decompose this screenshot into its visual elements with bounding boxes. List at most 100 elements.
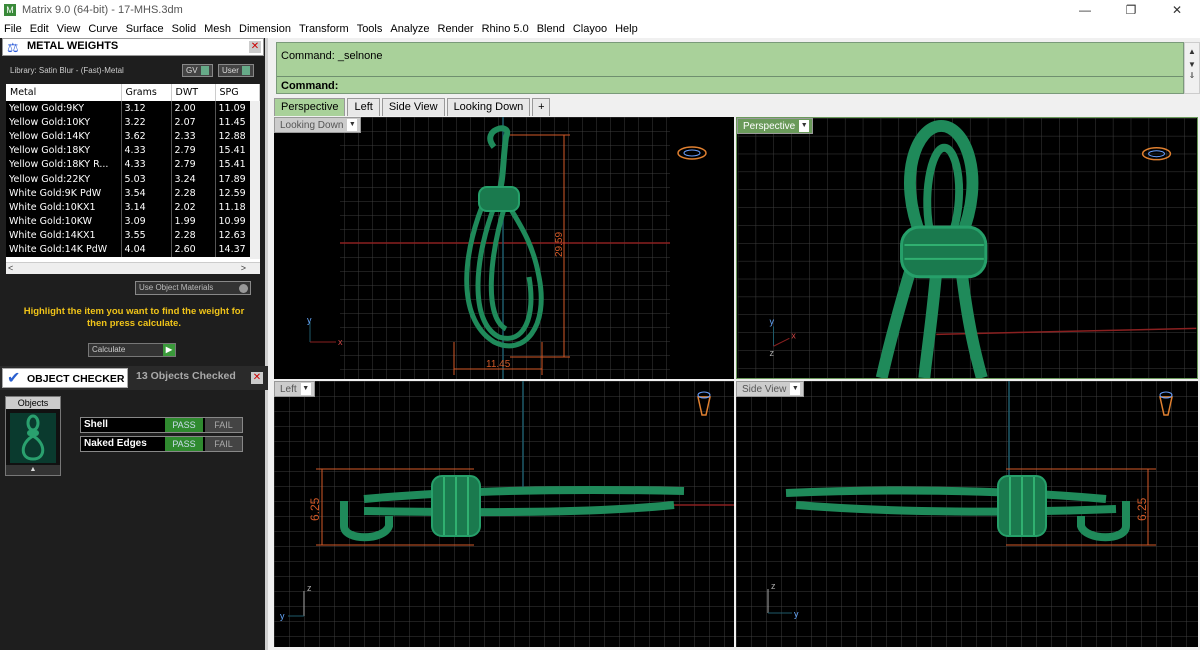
nav-cube-icon[interactable] bbox=[677, 146, 707, 160]
table-row[interactable]: White Gold:14KX1 3.55 2.28 12.63 bbox=[6, 228, 260, 243]
object-thumbnail[interactable] bbox=[10, 413, 56, 463]
close-button[interactable]: ✕ bbox=[1154, 0, 1200, 20]
viewport-label-looking-down[interactable]: Looking Down ▼ bbox=[274, 117, 362, 133]
user-toggle[interactable]: User bbox=[218, 64, 254, 77]
menu-solid[interactable]: Solid bbox=[168, 23, 200, 35]
column-grams[interactable]: Grams bbox=[121, 84, 172, 101]
table-cell: 4.04 bbox=[121, 242, 172, 258]
table-scrollbar-vertical[interactable] bbox=[250, 101, 260, 259]
menu-surface[interactable]: Surface bbox=[122, 23, 168, 35]
table-row[interactable]: Yellow Gold:22KY 5.03 3.24 17.89 bbox=[6, 171, 260, 187]
table-row[interactable]: White Gold:14K PdW 4.04 2.60 14.37 bbox=[6, 242, 260, 258]
table-cell: White Gold:10KX1 bbox=[6, 200, 122, 215]
tab-perspective[interactable]: Perspective bbox=[274, 98, 346, 116]
command-prompt[interactable]: Command: bbox=[277, 76, 1183, 94]
table-scrollbar-horizontal[interactable]: < > bbox=[6, 262, 260, 274]
table-row[interactable]: Yellow Gold:14KY 3.62 2.33 12.88 bbox=[6, 129, 260, 144]
table-cell: 3.09 bbox=[121, 214, 172, 229]
table-row[interactable]: White Gold:10KW 3.09 1.99 10.99 bbox=[6, 214, 260, 229]
scroll-up-icon[interactable]: ▲ bbox=[1185, 47, 1199, 56]
axis-z-label: z bbox=[770, 348, 775, 358]
app-icon: M bbox=[4, 4, 16, 16]
viewport-label-left[interactable]: Left ▼ bbox=[274, 381, 315, 397]
menu-mesh[interactable]: Mesh bbox=[200, 23, 235, 35]
window-title: Matrix 9.0 (64-bit) - 17-MHS.3dm bbox=[22, 4, 183, 16]
restore-button[interactable]: ❐ bbox=[1108, 0, 1154, 20]
fail-indicator: FAIL bbox=[205, 437, 242, 451]
close-icon[interactable]: ✕ bbox=[251, 372, 263, 384]
check-row-naked-edges: Naked Edges PASS FAIL bbox=[80, 436, 243, 452]
axis-y-label: y bbox=[770, 316, 775, 326]
table-row[interactable]: Yellow Gold:9KY 3.12 2.00 11.09 bbox=[6, 101, 260, 116]
object-checker-tab[interactable]: ✔ OBJECT CHECKER bbox=[2, 368, 128, 388]
table-cell: Yellow Gold:10KY bbox=[6, 115, 122, 130]
check-name: Shell bbox=[84, 419, 108, 430]
viewport-name: Perspective bbox=[743, 121, 796, 132]
command-scrollbar[interactable]: ▲ ▼ ⇓ bbox=[1184, 42, 1200, 94]
table-cell: White Gold:14KX1 bbox=[6, 228, 122, 243]
menu-help[interactable]: Help bbox=[611, 23, 642, 35]
menu-curve[interactable]: Curve bbox=[84, 23, 121, 35]
menu-transform[interactable]: Transform bbox=[295, 23, 353, 35]
table-row[interactable]: White Gold:10KX1 3.14 2.02 11.18 bbox=[6, 200, 260, 215]
axis-y-label: y bbox=[794, 609, 799, 619]
menu-rhino[interactable]: Rhino 5.0 bbox=[478, 23, 533, 35]
chevron-down-icon[interactable]: ▼ bbox=[790, 383, 801, 396]
close-icon[interactable]: ✕ bbox=[249, 41, 261, 53]
table-cell: White Gold:14K PdW bbox=[6, 242, 122, 258]
table-cell: 2.79 bbox=[171, 143, 216, 158]
command-area: Command: _selnone Command: bbox=[276, 42, 1184, 94]
viewport-left[interactable]: 6.25 z y Left ▼ bbox=[274, 381, 734, 647]
tab-side-view[interactable]: Side View bbox=[381, 98, 445, 116]
menu-analyze[interactable]: Analyze bbox=[386, 23, 433, 35]
table-row[interactable]: Yellow Gold:18KY R... 4.33 2.79 15.41 bbox=[6, 157, 260, 172]
table-row[interactable]: Yellow Gold:10KY 3.22 2.07 11.45 bbox=[6, 115, 260, 130]
calculate-button[interactable]: Calculate ▶ bbox=[88, 343, 176, 357]
scroll-down-icon[interactable]: ▼ bbox=[1185, 60, 1199, 69]
expand-arrow-icon[interactable]: ▲ bbox=[6, 465, 60, 475]
column-dwt[interactable]: DWT bbox=[171, 84, 216, 101]
table-cell: 2.60 bbox=[171, 242, 216, 258]
gv-toggle[interactable]: GV bbox=[182, 64, 213, 77]
table-cell: 2.79 bbox=[171, 157, 216, 172]
menu-file[interactable]: File bbox=[0, 23, 26, 35]
table-row[interactable]: White Gold:9K PdW 3.54 2.28 12.59 bbox=[6, 186, 260, 201]
column-spg[interactable]: SPG bbox=[215, 84, 260, 101]
viewport-perspective[interactable]: y z x Perspective ▼ bbox=[736, 117, 1198, 379]
menu-tools[interactable]: Tools bbox=[353, 23, 387, 35]
viewport-name: Looking Down bbox=[280, 120, 344, 131]
table-cell: Yellow Gold:22KY bbox=[6, 171, 122, 187]
pass-indicator: PASS bbox=[165, 418, 203, 432]
dim-label: 6.25 bbox=[308, 497, 322, 521]
menu-clayoo[interactable]: Clayoo bbox=[569, 23, 611, 35]
axis-y-label: y bbox=[307, 315, 312, 325]
object-checker-title: OBJECT CHECKER bbox=[27, 373, 125, 385]
menu-view[interactable]: View bbox=[53, 23, 85, 35]
viewport-label-side-view[interactable]: Side View ▼ bbox=[736, 381, 805, 397]
minimize-button[interactable]: — bbox=[1062, 0, 1108, 20]
table-cell: White Gold:9K PdW bbox=[6, 186, 122, 201]
use-object-materials-button[interactable]: Use Object Materials bbox=[135, 281, 251, 295]
menu-dimension[interactable]: Dimension bbox=[235, 23, 295, 35]
axis-widget: y x bbox=[307, 315, 343, 347]
chevron-down-icon[interactable]: ▼ bbox=[300, 383, 311, 396]
viewport-label-perspective[interactable]: Perspective ▼ bbox=[737, 118, 814, 134]
tab-looking-down[interactable]: Looking Down bbox=[446, 98, 531, 116]
check-name: Naked Edges bbox=[84, 438, 147, 449]
column-metal[interactable]: Metal bbox=[6, 84, 122, 101]
table-cell: White Gold:10KW bbox=[6, 214, 122, 229]
viewport-looking-down[interactable]: 29.59 11.45 y x Looking Down ▼ bbox=[274, 117, 734, 379]
menu-render[interactable]: Render bbox=[434, 23, 478, 35]
metal-weights-header: ⚖ METAL WEIGHTS ✕ bbox=[2, 38, 264, 56]
menu-blend[interactable]: Blend bbox=[533, 23, 569, 35]
chevron-down-icon[interactable]: ▼ bbox=[799, 120, 810, 133]
tab-left[interactable]: Left bbox=[347, 98, 380, 116]
chevron-down-icon[interactable]: ▼ bbox=[347, 119, 358, 132]
scroll-end-icon[interactable]: ⇓ bbox=[1185, 71, 1199, 80]
table-cell: 5.03 bbox=[121, 171, 172, 187]
add-tab-button[interactable]: + bbox=[532, 98, 551, 116]
viewport-side-view[interactable]: 6.25 z y Side View ▼ bbox=[736, 381, 1198, 647]
objects-label: Objects bbox=[6, 397, 60, 409]
table-row[interactable]: Yellow Gold:18KY 4.33 2.79 15.41 bbox=[6, 143, 260, 158]
menu-edit[interactable]: Edit bbox=[26, 23, 53, 35]
